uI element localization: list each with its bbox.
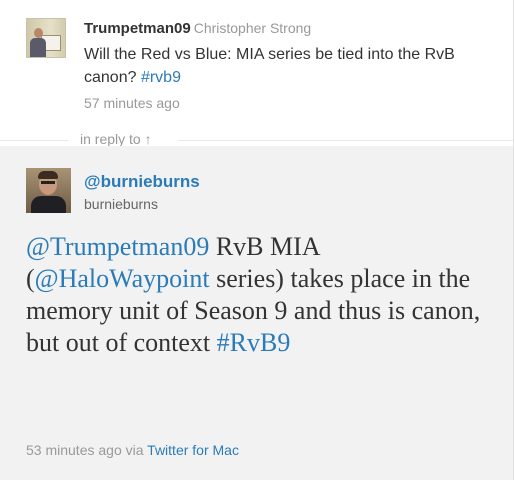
tweet-text: Will the Red vs Blue: MIA series be tied… [84, 43, 494, 89]
tweet-timestamp[interactable]: 57 minutes ago [84, 95, 180, 111]
avatar[interactable] [26, 18, 66, 58]
divider-left [0, 140, 68, 141]
mention-link[interactable]: @Trumpetman09 [26, 232, 209, 261]
avatar[interactable] [26, 168, 71, 213]
in-reply-to-label: in reply to [80, 131, 141, 147]
main-tweet: @burnieburns burnieburns @Trumpetman09 R… [0, 146, 513, 480]
client-link[interactable]: Twitter for Mac [147, 442, 239, 458]
via-label: via [125, 442, 144, 458]
tweet-text: @Trumpetman09 RvB MIA (@HaloWaypoint ser… [26, 231, 496, 359]
tweet-conversation: Trumpetman09 Christopher Strong Will the … [0, 0, 514, 480]
divider-right [178, 140, 513, 141]
hashtag-link[interactable]: #RvB9 [217, 328, 291, 357]
author-username[interactable]: Trumpetman09 [84, 20, 191, 37]
author-username: burnieburns [84, 196, 158, 212]
mention-link[interactable]: @HaloWaypoint [35, 264, 210, 293]
avatar-glasses [41, 181, 55, 184]
hashtag-link[interactable]: #rvb9 [141, 69, 181, 86]
tweet-text-body: Will the Red vs Blue: MIA series be tied… [84, 46, 455, 86]
author-full-name: Christopher Strong [193, 20, 312, 36]
avatar-body [31, 196, 66, 213]
avatar-hair [38, 171, 58, 179]
tweet-meta: 53 minutes ago via Twitter for Mac [26, 442, 239, 458]
tweet-author: Trumpetman09 Christopher Strong [84, 20, 311, 37]
parent-tweet: Trumpetman09 Christopher Strong Will the … [0, 0, 513, 120]
tweet-timestamp[interactable]: 53 minutes ago [26, 442, 122, 458]
avatar-head [34, 28, 43, 38]
arrow-up-icon: ↑ [144, 131, 152, 147]
in-reply-to-link[interactable]: in reply to ↑ [80, 131, 152, 147]
author-handle[interactable]: @burnieburns [84, 172, 200, 192]
avatar-body [30, 38, 46, 57]
